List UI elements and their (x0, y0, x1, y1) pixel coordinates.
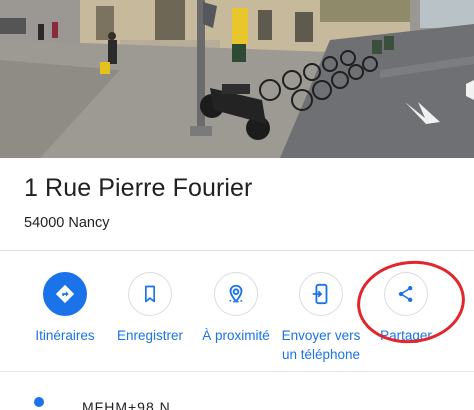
save-label: Enregistrer (116, 328, 184, 343)
send-to-phone-label-line1: Envoyer vers (281, 328, 361, 343)
directions-label: Itinéraires (35, 328, 95, 343)
save-button[interactable]: Enregistrer (100, 272, 200, 345)
place-title: 1 Rue Pierre Fourier (24, 174, 253, 202)
plus-code-text: MFHM+98 N (82, 399, 171, 410)
share-icon (384, 272, 428, 316)
divider (0, 371, 474, 372)
directions-icon (43, 272, 87, 316)
send-to-phone-label-line2: un téléphone (281, 347, 361, 362)
nearby-label: À proximité (202, 328, 270, 343)
plus-code-row[interactable]: MFHM+98 N (0, 373, 474, 410)
send-to-phone-label: Envoyer vers un téléphone (282, 326, 361, 364)
send-to-phone-icon (299, 272, 343, 316)
bookmark-icon (128, 272, 172, 316)
street-view-photo[interactable] (0, 0, 474, 158)
share-button[interactable]: Partager (356, 272, 456, 345)
nearby-icon (214, 272, 258, 316)
divider (0, 250, 474, 251)
action-bar: Itinéraires Enregistrer À proximité Envo… (0, 272, 474, 362)
place-address: 54000 Nancy (24, 215, 110, 231)
plus-code-icon (34, 397, 44, 407)
share-label: Partager (380, 328, 432, 343)
